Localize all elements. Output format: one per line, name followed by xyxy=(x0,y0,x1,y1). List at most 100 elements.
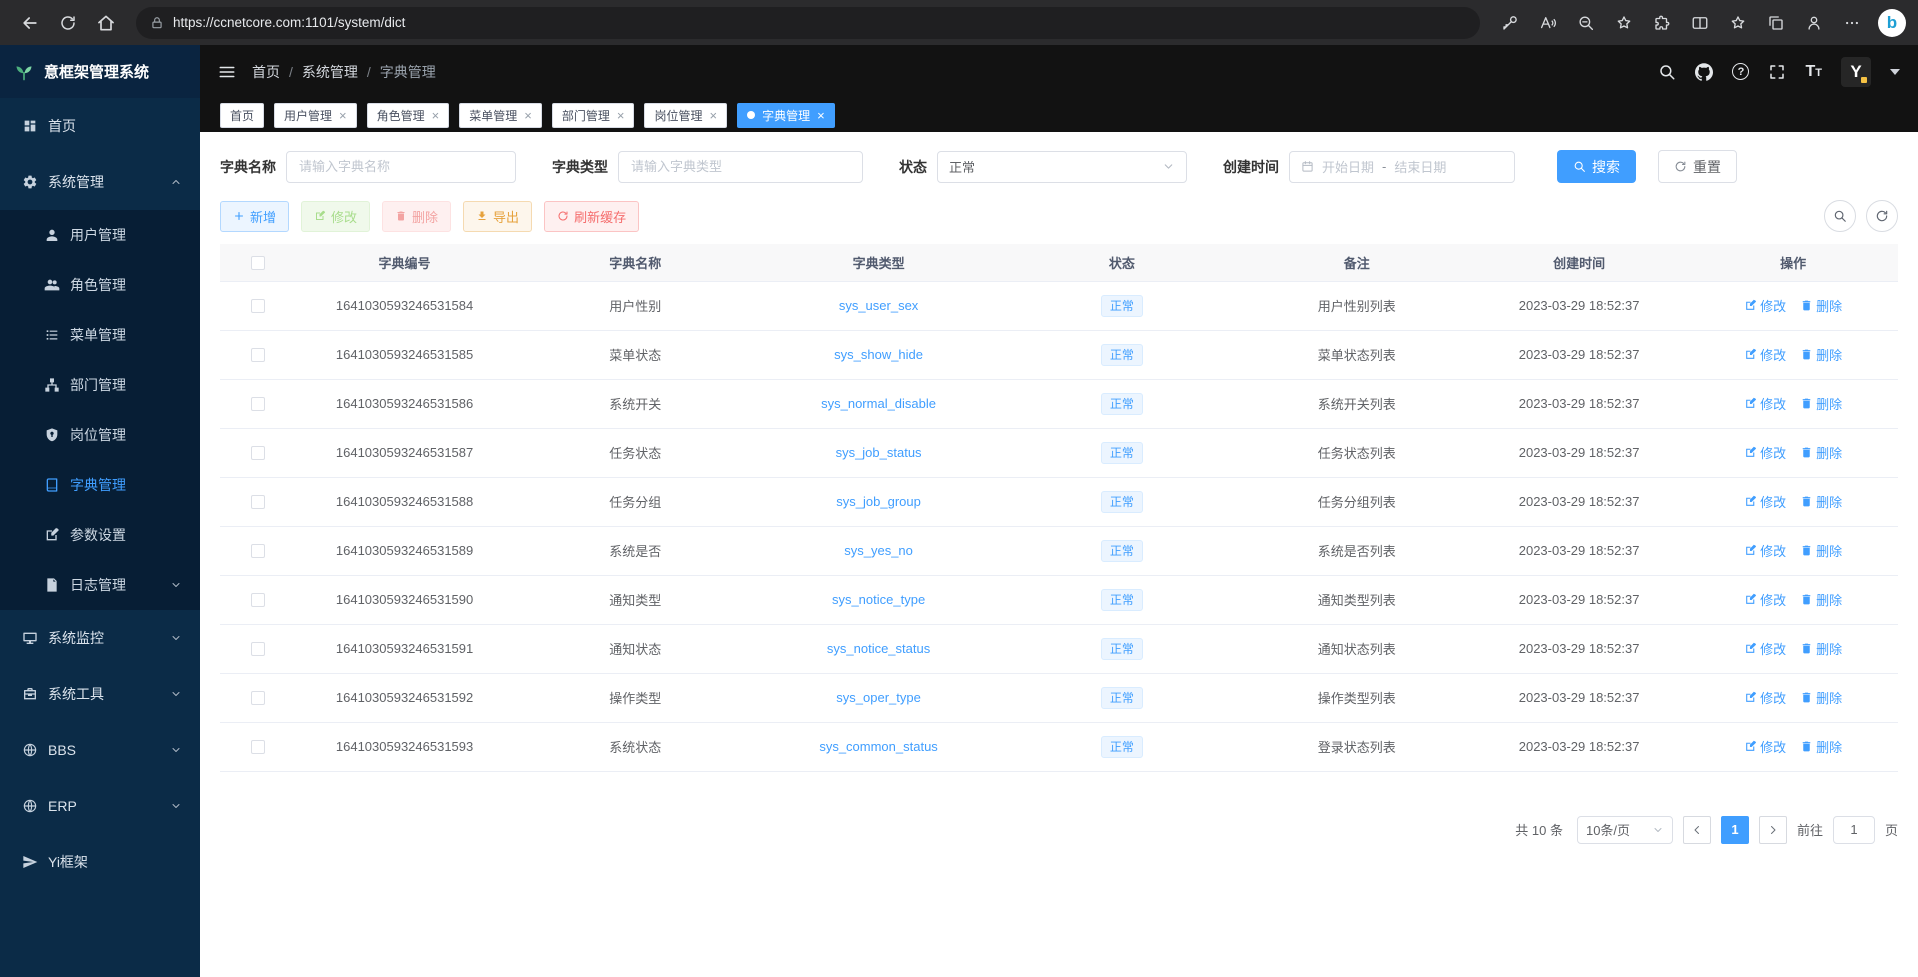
delete-button[interactable]: 删除 xyxy=(382,201,451,232)
sidebar-item-system-management[interactable]: 系统管理 xyxy=(0,154,200,210)
row-delete-button[interactable]: 删除 xyxy=(1800,639,1842,658)
row-delete-button[interactable]: 删除 xyxy=(1800,394,1842,413)
prev-page-button[interactable] xyxy=(1683,816,1711,844)
sidebar-item-home[interactable]: 首页 xyxy=(0,98,200,154)
reset-button[interactable]: 重置 xyxy=(1658,150,1737,183)
row-edit-button[interactable]: 修改 xyxy=(1744,590,1786,609)
help-icon[interactable]: ? xyxy=(1732,63,1749,80)
row-delete-button[interactable]: 删除 xyxy=(1800,443,1842,462)
sidebar-item-role-management[interactable]: 角色管理 xyxy=(0,260,200,310)
sidebar-item-menu-management[interactable]: 菜单管理 xyxy=(0,310,200,360)
row-edit-button[interactable]: 修改 xyxy=(1744,345,1786,364)
dict-type-link[interactable]: sys_show_hide xyxy=(834,347,923,362)
tab-post-management[interactable]: 岗位管理× xyxy=(644,103,727,128)
row-delete-button[interactable]: 删除 xyxy=(1800,737,1842,756)
dict-type-link[interactable]: sys_notice_type xyxy=(832,592,925,607)
row-edit-button[interactable]: 修改 xyxy=(1744,541,1786,560)
github-icon[interactable] xyxy=(1695,63,1713,81)
row-edit-button[interactable]: 修改 xyxy=(1744,443,1786,462)
search-button[interactable]: 搜索 xyxy=(1557,150,1636,183)
status-select[interactable]: 正常 xyxy=(937,151,1187,183)
row-edit-button[interactable]: 修改 xyxy=(1744,639,1786,658)
chevron-down-icon[interactable] xyxy=(1890,69,1900,75)
sidebar-item-system-tools[interactable]: 系统工具 xyxy=(0,666,200,722)
row-edit-button[interactable]: 修改 xyxy=(1744,492,1786,511)
sidebar-item-system-monitor[interactable]: 系统监控 xyxy=(0,610,200,666)
favorites-icon[interactable] xyxy=(1720,6,1756,40)
dict-type-link[interactable]: sys_yes_no xyxy=(844,543,913,558)
dict-type-link[interactable]: sys_user_sex xyxy=(839,298,918,313)
user-avatar[interactable]: Y xyxy=(1841,57,1871,87)
sidebar-item-user-management[interactable]: 用户管理 xyxy=(0,210,200,260)
read-aloud-icon[interactable] xyxy=(1530,6,1566,40)
row-checkbox[interactable] xyxy=(251,495,265,509)
sidebar-item-erp[interactable]: ERP xyxy=(0,778,200,834)
profile-icon[interactable] xyxy=(1796,6,1832,40)
row-checkbox[interactable] xyxy=(251,544,265,558)
sidebar-item-log-management[interactable]: 日志管理 xyxy=(0,560,200,610)
current-page-button[interactable]: 1 xyxy=(1721,816,1749,844)
search-toggle-button[interactable] xyxy=(1824,200,1856,232)
row-edit-button[interactable]: 修改 xyxy=(1744,688,1786,707)
select-all-checkbox[interactable] xyxy=(251,256,265,270)
row-edit-button[interactable]: 修改 xyxy=(1744,394,1786,413)
breadcrumb-item-home[interactable]: 首页 xyxy=(252,62,280,82)
next-page-button[interactable] xyxy=(1759,816,1787,844)
sidebar-toggle-icon[interactable] xyxy=(218,63,236,81)
favorite-add-icon[interactable] xyxy=(1606,6,1642,40)
sidebar-item-post-management[interactable]: 岗位管理 xyxy=(0,410,200,460)
sidebar-item-param-settings[interactable]: 参数设置 xyxy=(0,510,200,560)
refresh-cache-button[interactable]: 刷新缓存 xyxy=(544,201,639,232)
search-icon[interactable] xyxy=(1658,63,1676,81)
row-edit-button[interactable]: 修改 xyxy=(1744,296,1786,315)
home-icon[interactable] xyxy=(88,6,124,40)
font-size-icon[interactable]: TT xyxy=(1805,63,1822,81)
row-edit-button[interactable]: 修改 xyxy=(1744,737,1786,756)
dict-name-input[interactable] xyxy=(286,151,516,183)
sidebar-item-yi-framework[interactable]: Yi框架 xyxy=(0,834,200,890)
dict-type-link[interactable]: sys_normal_disable xyxy=(821,396,936,411)
export-button[interactable]: 导出 xyxy=(463,201,532,232)
tab-close-icon[interactable]: × xyxy=(524,109,532,122)
dict-type-link[interactable]: sys_job_group xyxy=(836,494,921,509)
extensions-icon[interactable] xyxy=(1644,6,1680,40)
dict-type-link[interactable]: sys_notice_status xyxy=(827,641,930,656)
tab-dept-management[interactable]: 部门管理× xyxy=(552,103,635,128)
tab-close-icon[interactable]: × xyxy=(432,109,440,122)
split-screen-icon[interactable] xyxy=(1682,6,1718,40)
row-delete-button[interactable]: 删除 xyxy=(1800,296,1842,315)
sidebar-item-bbs[interactable]: BBS xyxy=(0,722,200,778)
dict-type-link[interactable]: sys_job_status xyxy=(836,445,922,460)
bing-icon[interactable]: b xyxy=(1878,9,1906,37)
tab-home[interactable]: 首页 xyxy=(220,103,264,128)
dict-type-link[interactable]: sys_common_status xyxy=(819,739,938,754)
tab-close-icon[interactable]: × xyxy=(617,109,625,122)
dict-type-link[interactable]: sys_oper_type xyxy=(836,690,921,705)
dict-type-input[interactable] xyxy=(618,151,863,183)
goto-page-input[interactable] xyxy=(1833,816,1875,844)
row-delete-button[interactable]: 删除 xyxy=(1800,345,1842,364)
tab-menu-management[interactable]: 菜单管理× xyxy=(459,103,542,128)
collections-icon[interactable] xyxy=(1758,6,1794,40)
add-button[interactable]: 新增 xyxy=(220,201,289,232)
sidebar-item-dept-management[interactable]: 部门管理 xyxy=(0,360,200,410)
row-checkbox[interactable] xyxy=(251,397,265,411)
page-size-select[interactable]: 10条/页 xyxy=(1577,816,1673,844)
row-checkbox[interactable] xyxy=(251,299,265,313)
row-delete-button[interactable]: 删除 xyxy=(1800,590,1842,609)
fullscreen-icon[interactable] xyxy=(1768,63,1786,81)
tab-close-icon[interactable]: × xyxy=(817,109,825,122)
row-checkbox[interactable] xyxy=(251,446,265,460)
refresh-table-button[interactable] xyxy=(1866,200,1898,232)
tab-user-management[interactable]: 用户管理× xyxy=(274,103,357,128)
row-delete-button[interactable]: 删除 xyxy=(1800,688,1842,707)
row-checkbox[interactable] xyxy=(251,348,265,362)
address-bar[interactable]: https://ccnetcore.com:1101/system/dict xyxy=(136,7,1480,39)
tab-close-icon[interactable]: × xyxy=(339,109,347,122)
row-checkbox[interactable] xyxy=(251,642,265,656)
key-icon[interactable] xyxy=(1492,6,1528,40)
sidebar-item-dict-management[interactable]: 字典管理 xyxy=(0,460,200,510)
breadcrumb-item-system[interactable]: 系统管理 xyxy=(302,62,358,82)
tab-role-management[interactable]: 角色管理× xyxy=(367,103,450,128)
edit-button[interactable]: 修改 xyxy=(301,201,370,232)
